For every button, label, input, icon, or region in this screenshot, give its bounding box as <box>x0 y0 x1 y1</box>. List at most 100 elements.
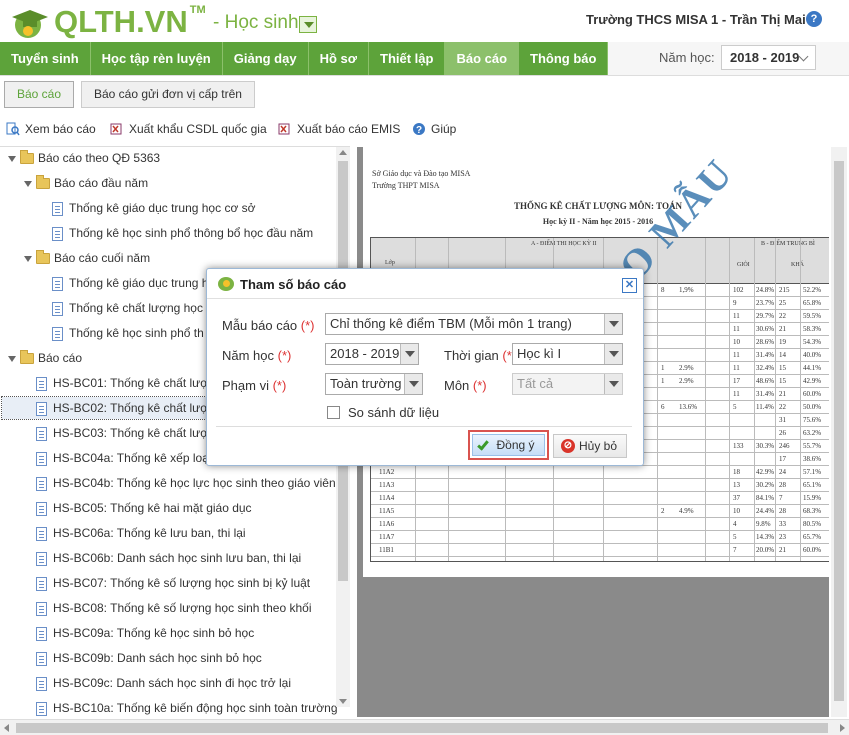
preview-cell: 18 <box>733 468 740 476</box>
document-icon <box>36 651 47 666</box>
preview-cell: 21 <box>779 390 786 398</box>
app-logo[interactable]: QLTH.VN TM <box>6 4 206 40</box>
year-label: Năm học (*) <box>222 348 292 363</box>
tree-node-label: HS-BC05: Thống kê hai mặt giáo dục <box>53 501 252 515</box>
horizontal-scrollbar[interactable] <box>0 719 849 735</box>
preview-dept: Sở Giáo dục và Đào tạo MISA <box>372 169 471 178</box>
tab-thong-bao[interactable]: Thông báo <box>519 42 609 75</box>
tree-item[interactable]: Thống kê giáo dục trung học cơ sở <box>52 197 256 219</box>
scope-label: Phạm vi (*) <box>222 378 287 393</box>
compare-label[interactable]: So sánh dữ liệu <box>348 405 439 420</box>
preview-table-row: 11A7 5 14.3% 23 65.7% <box>371 531 829 544</box>
tree-item[interactable]: HS-BC10a: Thống kê biến động học sinh to… <box>36 697 338 719</box>
tree-item[interactable]: HS-BC06b: Danh sách học sinh lưu ban, th… <box>36 547 301 569</box>
tab-tuyen-sinh[interactable]: Tuyển sinh <box>0 42 91 75</box>
tab-bao-cao[interactable]: Báo cáo <box>445 42 520 75</box>
tree-item[interactable]: HS-BC09b: Danh sách học sinh bỏ học <box>36 647 262 669</box>
tree-node-label: Thống kê giáo dục trung h <box>69 276 209 290</box>
main-nav-bar: Tuyển sinh Học tập rèn luyện Giảng dạy H… <box>0 42 849 76</box>
preview-cell: 24.4% <box>756 507 775 515</box>
compare-checkbox[interactable] <box>327 406 340 419</box>
scroll-down-arrow-icon[interactable] <box>339 699 347 704</box>
tab-hoc-tap-ren-luyen[interactable]: Học tập rèn luyện <box>90 42 223 75</box>
preview-cell: 1,9% <box>679 286 694 294</box>
col-kha: KHÁ <box>791 262 804 268</box>
tree-item[interactable]: HS-BC01: Thống kê chất lượn <box>36 372 215 394</box>
subtab-bao-cao-gui-cap-tren[interactable]: Báo cáo gửi đơn vị cấp trên <box>81 81 255 108</box>
document-icon <box>36 701 47 716</box>
confirm-button[interactable]: Đồng ý <box>468 430 549 460</box>
logo-trademark: TM <box>189 4 206 16</box>
tree-folder-cuoi-nam[interactable]: Báo cáo cuối năm <box>24 247 150 269</box>
preview-cell: 84.1% <box>756 494 775 502</box>
preview-cell: 11A2 <box>379 468 395 476</box>
template-value: Chỉ thống kê điểm TBM (Mỗi môn 1 trang) <box>330 316 572 331</box>
preview-scrollbar[interactable] <box>831 147 847 717</box>
scrollbar-thumb[interactable] <box>16 723 828 733</box>
tree-item[interactable]: HS-BC05: Thống kê hai mặt giáo dục <box>36 497 252 519</box>
role-dropdown-button[interactable] <box>299 16 317 33</box>
export-csdl-label: Xuất khẩu CSDL quốc gia <box>129 122 267 136</box>
year-select[interactable]: 2018 - 2019 <box>325 343 419 365</box>
period-select[interactable]: Học kì I <box>512 343 623 365</box>
tree-node-label: HS-BC03: Thống kê chất lượn <box>53 426 215 440</box>
school-year-select[interactable]: 2018 - 2019 <box>721 45 816 70</box>
scrollbar-thumb[interactable] <box>834 161 844 701</box>
scroll-right-arrow-icon[interactable] <box>840 724 845 732</box>
tree-item[interactable]: HS-BC04a: Thống kê xếp loại <box>36 447 212 469</box>
subject-select: Tất cả <box>512 373 623 395</box>
preview-cell: 9 <box>733 299 737 307</box>
preview-cell: 246 <box>779 442 790 450</box>
tree-item[interactable]: Thống kê học sinh phổ thông bổ học đầu n… <box>52 222 313 244</box>
tree-item[interactable]: Thống kê chất lượng học <box>52 297 203 319</box>
main-nav: Tuyển sinh Học tập rèn luyện Giảng dạy H… <box>0 42 609 75</box>
tab-thiet-lap[interactable]: Thiết lập <box>369 42 446 75</box>
tree-item[interactable]: HS-BC09a: Thống kê học sinh bỏ học <box>36 622 254 644</box>
tree-node-label: Báo cáo <box>38 351 83 365</box>
tree-folder-dau-nam[interactable]: Báo cáo đầu năm <box>24 172 148 194</box>
tree-folder-bao-cao[interactable]: Báo cáo <box>8 347 82 369</box>
close-icon[interactable]: ✕ <box>622 278 637 293</box>
preview-table-row: 11A6 4 9.8% 33 80.5% <box>371 518 829 531</box>
preview-cell: 22 <box>779 403 786 411</box>
tree-item[interactable]: Thống kê giáo dục trung h <box>52 272 208 294</box>
subtab-bao-cao[interactable]: Báo cáo <box>4 81 75 108</box>
user-menu[interactable]: Trường THCS MISA 1 - Trần Thị Mai <box>586 12 818 27</box>
cancel-icon: ⊘ <box>561 439 575 453</box>
export-emis-button[interactable]: Xuất báo cáo EMIS <box>278 122 400 136</box>
scroll-up-arrow-icon[interactable] <box>339 150 347 155</box>
tree-node-label: HS-BC09c: Danh sách học sinh đi học trở … <box>53 676 291 690</box>
tab-giang-day[interactable]: Giảng dạy <box>222 42 309 75</box>
scroll-left-arrow-icon[interactable] <box>4 724 9 732</box>
document-icon <box>36 376 47 391</box>
tree-item[interactable]: Thống kê học sinh phổ th <box>52 322 204 344</box>
view-report-button[interactable]: Xem báo cáo <box>6 122 96 136</box>
template-select[interactable]: Chỉ thống kê điểm TBM (Mỗi môn 1 trang) <box>325 313 623 335</box>
tree-item[interactable]: HS-BC08: Thống kê số lượng học sinh theo… <box>36 597 312 619</box>
tree-item[interactable]: HS-BC06a: Thống kê lưu ban, thi lại <box>36 522 246 544</box>
tree-node-label: Báo cáo đầu năm <box>54 176 149 190</box>
preview-cell: 11A5 <box>379 507 395 515</box>
scope-select[interactable]: Toàn trường <box>325 373 423 395</box>
user-name: Trường THCS MISA 1 - Trần Thị Mai <box>586 12 806 27</box>
view-report-label: Xem báo cáo <box>25 122 96 136</box>
tab-ho-so[interactable]: Hồ sơ <box>308 42 370 75</box>
tree-node-label: HS-BC09a: Thống kê học sinh bỏ học <box>53 626 255 640</box>
preview-cell: 14 <box>779 351 786 359</box>
tree-item[interactable]: HS-BC03: Thống kê chất lượn <box>36 422 215 444</box>
help-label: Giúp <box>431 122 457 136</box>
tree-item[interactable]: HS-BC07: Thống kê số lượng học sinh bị k… <box>36 572 310 594</box>
folder-icon <box>36 175 50 190</box>
tree-item[interactable]: HS-BC04b: Thống kê học lực học sinh theo… <box>36 472 336 494</box>
cancel-label: Hủy bỏ <box>578 439 618 453</box>
export-csdl-button[interactable]: Xuất khẩu CSDL quốc gia <box>110 122 267 136</box>
preview-cell: 20.0% <box>756 546 775 554</box>
preview-cell: 57.1% <box>803 468 822 476</box>
collapse-toggle-icon <box>8 355 16 362</box>
help-button[interactable]: ? Giúp <box>412 122 456 136</box>
preview-cell: 5 <box>733 533 737 541</box>
tree-item[interactable]: HS-BC09c: Danh sách học sinh đi học trở … <box>36 672 291 694</box>
tree-folder-qd5363[interactable]: Báo cáo theo QĐ 5363 <box>8 147 160 169</box>
cancel-button[interactable]: ⊘ Hủy bỏ <box>553 434 627 458</box>
help-icon[interactable]: ? <box>806 11 822 27</box>
